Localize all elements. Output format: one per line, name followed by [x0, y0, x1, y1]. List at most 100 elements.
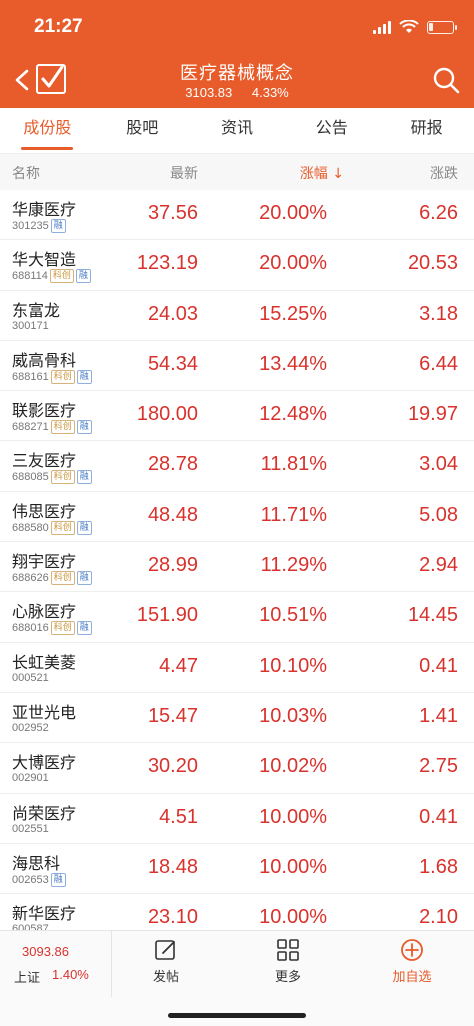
status-bar: 21:27 — [0, 0, 474, 56]
table-row[interactable]: 翔宇医疗 688626 科创融 28.99 11.29% 2.94 — [0, 542, 474, 593]
star-market-tag: 科创 — [50, 520, 75, 535]
stock-name: 亚世光电 — [12, 702, 77, 722]
tab-constituents[interactable]: 成份股 — [0, 108, 95, 153]
table-row[interactable]: 大博医疗 002901 30.20 10.02% 2.75 — [0, 743, 474, 794]
stock-code: 600587 — [12, 923, 49, 930]
stock-name: 尚荣医疗 — [12, 803, 77, 823]
stock-pct: 10.00% — [259, 805, 327, 828]
stock-change: 3.04 — [419, 453, 458, 476]
stock-code-line: 300171 — [12, 320, 49, 332]
table-row[interactable]: 联影医疗 688271 科创融 180.00 12.48% 19.97 — [0, 391, 474, 442]
stock-change: 0.41 — [419, 654, 458, 677]
table-row[interactable]: 亚世光电 002952 15.47 10.03% 1.41 — [0, 692, 474, 744]
page-title: 医疗器械概念 — [180, 63, 294, 84]
stock-pct: 11.81% — [260, 453, 327, 476]
stock-code-line: 688114 科创融 — [12, 269, 91, 284]
table-row[interactable]: 三友医疗 688085 科创融 28.78 11.81% 3.04 — [0, 441, 474, 492]
tab-announcements[interactable]: 公告 — [284, 108, 379, 153]
table-row[interactable]: 长虹美菱 000521 4.47 10.10% 0.41 — [0, 642, 474, 693]
stock-code: 002551 — [12, 822, 49, 835]
stock-code-line: 688580 科创融 — [12, 520, 92, 535]
table-row[interactable]: 海思科 002653 融 18.48 10.00% 1.68 — [0, 843, 474, 895]
stock-change: 5.08 — [419, 503, 458, 526]
stock-pct: 10.00% — [259, 855, 327, 878]
stock-pct: 10.10% — [259, 654, 327, 677]
stock-name: 大博医疗 — [12, 753, 77, 773]
tab-news[interactable]: 资讯 — [190, 108, 285, 153]
stock-code: 688114 — [12, 270, 48, 283]
stock-code: 688626 — [12, 572, 49, 585]
stock-code: 688161 — [12, 370, 49, 383]
star-market-tag: 科创 — [50, 470, 75, 485]
table-row[interactable]: 伟思医疗 688580 科创融 48.48 11.71% 5.08 — [0, 491, 474, 543]
stock-code: 000521 — [12, 671, 49, 684]
stock-code-line: 688161 科创融 — [12, 369, 92, 384]
stock-code-line: 002901 — [12, 772, 49, 784]
market-index[interactable]: 3093.86 上证 1.40% — [0, 931, 112, 997]
stock-name: 长虹美菱 — [12, 652, 77, 672]
star-market-tag: 科创 — [50, 420, 75, 435]
stock-name: 翔宇医疗 — [12, 552, 77, 572]
table-row[interactable]: 尚荣医疗 002551 4.51 10.00% 0.41 — [0, 793, 474, 844]
table-row[interactable]: 新华医疗 600587 23.10 10.00% 2.10 — [0, 894, 474, 930]
stock-price: 48.48 — [147, 503, 198, 526]
tab-bar: 成份股 股吧 资讯 公告 研报 — [0, 108, 474, 154]
app-root: 21:27 医疗器械概念 3103.83 4.33% 成份股 股吧 资讯 公告 … — [0, 0, 474, 1026]
add-watchlist-button[interactable]: 加自选 — [370, 931, 454, 997]
stock-pct: 10.00% — [259, 906, 327, 929]
stock-pct: 11.71% — [260, 503, 327, 526]
stock-change: 20.53 — [407, 252, 458, 275]
market-index-name: 上证 — [14, 971, 41, 986]
wifi-icon — [399, 20, 419, 33]
stock-price: 4.51 — [159, 805, 198, 828]
tab-forum[interactable]: 股吧 — [95, 108, 190, 153]
stock-name: 三友医疗 — [12, 451, 77, 471]
stock-code-line: 002653 融 — [12, 872, 66, 887]
star-market-tag: 科创 — [50, 571, 75, 586]
column-name[interactable]: 名称 — [12, 163, 40, 183]
column-pct[interactable]: 涨幅 ↓ — [300, 163, 344, 183]
stock-change: 6.44 — [419, 352, 458, 375]
column-price[interactable]: 最新 — [170, 163, 198, 183]
table-row[interactable]: 华康医疗 301235 融 37.56 20.00% 6.26 — [0, 190, 474, 241]
star-market-tag: 科创 — [49, 269, 74, 284]
add-watchlist-label: 加自选 — [392, 970, 432, 985]
post-label: 发帖 — [152, 970, 179, 985]
stock-name: 新华医疗 — [12, 904, 77, 924]
stock-code: 002901 — [12, 772, 49, 785]
stock-change: 2.94 — [419, 554, 458, 577]
table-row[interactable]: 威高骨科 688161 科创融 54.34 13.44% 6.44 — [0, 340, 474, 392]
stock-change: 0.41 — [419, 805, 458, 828]
more-button[interactable]: 更多 — [246, 931, 330, 997]
index-value: 3103.83 — [185, 85, 233, 100]
stock-change: 19.97 — [407, 403, 458, 426]
stock-pct: 20.00% — [259, 252, 327, 275]
stock-code-line: 688085 科创融 — [12, 470, 92, 485]
stock-code-line: 301235 融 — [12, 219, 66, 233]
stock-code-line: 688626 科创融 — [12, 571, 92, 586]
tab-research[interactable]: 研报 — [379, 108, 474, 153]
table-row[interactable]: 华大智造 688114 科创融 123.19 20.00% 20.53 — [0, 240, 474, 291]
margin-tag: 融 — [76, 621, 92, 636]
stock-price: 37.56 — [147, 202, 198, 224]
stock-name: 联影医疗 — [12, 401, 77, 421]
stock-price: 28.78 — [147, 453, 198, 476]
stock-name: 威高骨科 — [12, 350, 77, 370]
stock-pct: 15.25% — [259, 302, 327, 325]
stock-change: 2.10 — [419, 906, 458, 929]
margin-tag: 融 — [76, 571, 92, 586]
grid-icon — [277, 939, 299, 961]
table-row[interactable]: 东富龙 300171 24.03 15.25% 3.18 — [0, 290, 474, 341]
stock-list[interactable]: 华康医疗 301235 融 37.56 20.00% 6.26 华大智造 688114 科创融 1… — [0, 190, 474, 930]
stock-code: 002653 — [12, 873, 49, 886]
margin-tag: 融 — [76, 420, 92, 435]
table-row[interactable]: 心脉医疗 688016 科创融 151.90 10.51% 14.45 — [0, 592, 474, 643]
stock-change: 2.75 — [419, 755, 458, 778]
margin-tag: 融 — [76, 470, 92, 485]
index-pct: 4.33% — [251, 85, 289, 100]
column-change[interactable]: 涨跌 — [430, 163, 458, 183]
post-button[interactable]: 发帖 — [124, 931, 208, 997]
home-indicator — [168, 1013, 306, 1018]
star-market-tag: 科创 — [50, 369, 75, 384]
search-icon[interactable] — [432, 66, 460, 94]
